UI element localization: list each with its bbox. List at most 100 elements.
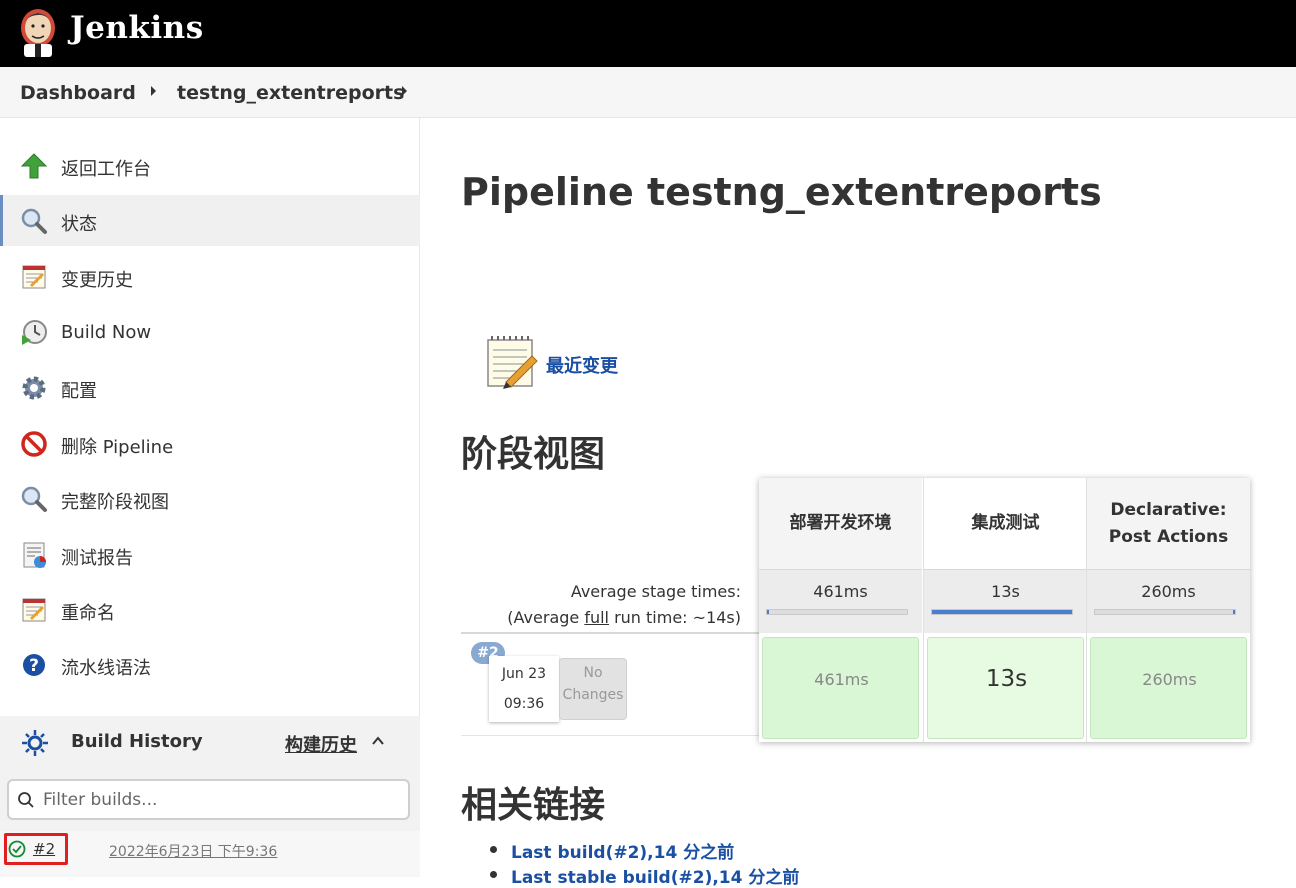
stage-average-fill bbox=[932, 610, 1072, 614]
sidebar-item-full-stage-view[interactable]: 完整阶段视图 bbox=[0, 473, 420, 524]
sidebar-item-test-report[interactable]: 测试报告 bbox=[0, 529, 420, 580]
average-stage-times-label: Average stage times: bbox=[570, 582, 741, 601]
stage-average-time: 260ms bbox=[1141, 582, 1196, 601]
related-links-list: Last build(#2),14 分之前 Last stable build(… bbox=[490, 838, 799, 888]
notepad-icon[interactable] bbox=[484, 334, 540, 392]
stage-name: 部署开发环境 bbox=[789, 513, 892, 533]
sidebar-item-delete-pipeline[interactable]: 删除 Pipeline bbox=[0, 418, 420, 469]
breadcrumb-separator-icon[interactable] bbox=[402, 86, 407, 96]
stage-view-labels: Average stage times: (Average full run t… bbox=[461, 478, 759, 738]
sidebar-item-label: 重命名 bbox=[61, 603, 115, 624]
build-history-header: Build History 构建历史 bbox=[0, 716, 420, 769]
stage-average-time: 461ms bbox=[813, 582, 868, 601]
help-icon: ? bbox=[23, 654, 45, 676]
full-run-link[interactable]: full bbox=[584, 608, 609, 627]
no-changes-text: Changes bbox=[562, 687, 624, 703]
stage-average-time: 13s bbox=[991, 582, 1020, 601]
stage-cell[interactable]: 260ms bbox=[1090, 637, 1247, 739]
page-title: Pipeline testng_extentreports bbox=[461, 170, 1102, 214]
sidebar-item-status[interactable]: 状态 bbox=[0, 195, 420, 246]
report-icon bbox=[23, 542, 46, 568]
list-item: Last build(#2),14 分之前 bbox=[490, 838, 799, 863]
stage-column: 部署开发环境 461ms 461ms bbox=[759, 478, 922, 742]
build-filter-container bbox=[0, 769, 420, 831]
stage-average-fill bbox=[767, 610, 769, 614]
filter-builds-input[interactable] bbox=[43, 789, 393, 811]
no-entry-icon bbox=[21, 431, 47, 457]
no-changes-card: No Changes bbox=[559, 658, 627, 720]
sidebar: 返回工作台 状态 变更历史 Build Now 配置 删除 Pipeline 完… bbox=[0, 118, 420, 877]
build-date-card: Jun 23 09:36 bbox=[489, 656, 559, 722]
last-build-link[interactable]: Last build(#2),14 分之前 bbox=[511, 843, 734, 863]
stage-average-fill bbox=[1233, 610, 1235, 614]
build-date: Jun 23 bbox=[501, 666, 547, 682]
search-icon bbox=[21, 208, 47, 234]
jenkins-logo-text[interactable]: Jenkins bbox=[70, 10, 204, 46]
sidebar-item-label: 流水线语法 bbox=[61, 658, 151, 679]
recent-changes-link[interactable]: 最近变更 bbox=[546, 352, 618, 378]
chevron-up-icon[interactable] bbox=[372, 735, 384, 747]
build-history-row[interactable]: #2 2022年6月23日 下午9:36 bbox=[0, 831, 420, 877]
sidebar-item-label: 删除 Pipeline bbox=[61, 437, 174, 458]
sidebar-item-label: 配置 bbox=[61, 381, 97, 402]
sidebar-item-label: Build Now bbox=[61, 322, 152, 343]
no-changes-text: No bbox=[583, 665, 603, 681]
search-icon bbox=[21, 486, 47, 512]
sidebar-item-label: 完整阶段视图 bbox=[61, 492, 169, 513]
jenkins-logo-icon[interactable] bbox=[18, 6, 58, 58]
stage-cell-time: 260ms bbox=[1142, 670, 1197, 689]
stage-name-line: Post Actions bbox=[1108, 526, 1229, 547]
sidebar-item-build-now[interactable]: Build Now bbox=[0, 307, 420, 358]
clock-play-icon bbox=[22, 320, 47, 345]
build-history-icon bbox=[22, 730, 48, 756]
sidebar-item-rename[interactable]: 重命名 bbox=[0, 584, 420, 635]
build-time: 09:36 bbox=[503, 696, 545, 712]
sidebar-item-label: 测试报告 bbox=[61, 548, 133, 569]
build-history-trend-link[interactable]: 构建历史 bbox=[285, 731, 357, 757]
stage-header: Declarative: Post Actions bbox=[1087, 478, 1250, 569]
search-icon bbox=[18, 792, 34, 808]
stage-cell[interactable]: 461ms bbox=[762, 637, 919, 739]
avg-run-prefix: (Average bbox=[507, 608, 585, 627]
build-number-link[interactable]: #2 bbox=[33, 840, 55, 858]
top-header: Jenkins bbox=[0, 0, 1296, 67]
stage-name-line: Declarative: bbox=[1110, 499, 1227, 520]
notepad-icon bbox=[22, 265, 46, 289]
list-item: Last stable build(#2),14 分之前 bbox=[490, 863, 799, 888]
build-run-row: #2 Jun 23 09:36 No Changes bbox=[461, 632, 759, 736]
stage-header: 集成测试 bbox=[924, 478, 1087, 569]
sidebar-item-back-to-dashboard[interactable]: 返回工作台 bbox=[0, 140, 420, 191]
stage-average: 260ms bbox=[1087, 569, 1250, 633]
stage-name: 集成测试 bbox=[971, 513, 1040, 533]
breadcrumb-job[interactable]: testng_extentreports bbox=[177, 82, 404, 104]
build-date-link[interactable]: 2022年6月23日 下午9:36 bbox=[109, 841, 277, 861]
stage-cell-time: 13s bbox=[985, 666, 1028, 692]
stage-average-bar bbox=[931, 609, 1073, 615]
sidebar-item-changes[interactable]: 变更历史 bbox=[0, 251, 420, 302]
stage-cell-time: 461ms bbox=[814, 670, 869, 689]
stage-cell[interactable]: 13s bbox=[927, 637, 1084, 739]
build-history-title: Build History bbox=[71, 731, 203, 752]
average-run-time-label: (Average full run time: ~14s) bbox=[507, 608, 741, 627]
gear-icon bbox=[22, 376, 46, 400]
stage-column: Declarative: Post Actions 260ms 260ms bbox=[1086, 478, 1250, 742]
breadcrumb-dashboard[interactable]: Dashboard bbox=[20, 82, 136, 104]
success-check-icon bbox=[8, 840, 26, 858]
sidebar-item-label: 返回工作台 bbox=[61, 159, 151, 180]
sidebar-item-label: 变更历史 bbox=[61, 270, 133, 291]
avg-run-suffix: run time: ~14s) bbox=[609, 608, 741, 627]
sidebar-item-configure[interactable]: 配置 bbox=[0, 362, 420, 413]
stage-average-bar bbox=[766, 609, 908, 615]
breadcrumb: Dashboard testng_extentreports bbox=[0, 67, 1296, 118]
breadcrumb-separator-icon[interactable] bbox=[151, 86, 156, 96]
sidebar-item-pipeline-syntax[interactable]: ? 流水线语法 bbox=[0, 639, 420, 690]
related-links-heading: 相关链接 bbox=[461, 785, 606, 826]
stage-average: 461ms bbox=[759, 569, 922, 633]
stage-average: 13s bbox=[924, 569, 1087, 633]
stage-name: Declarative: Post Actions bbox=[1109, 497, 1228, 551]
stage-view-heading: 阶段视图 bbox=[461, 434, 606, 475]
stage-column: 集成测试 13s 13s bbox=[923, 478, 1087, 742]
stage-header: 部署开发环境 bbox=[759, 478, 922, 569]
filter-builds-box bbox=[7, 779, 410, 820]
last-stable-build-link[interactable]: Last stable build(#2),14 分之前 bbox=[511, 868, 799, 888]
